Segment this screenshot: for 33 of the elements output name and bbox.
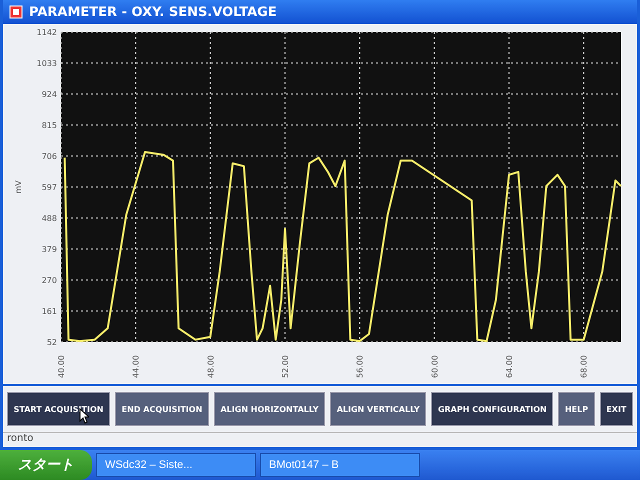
toolbar-button[interactable]: ALIGN HORIZONTALLY	[214, 392, 326, 426]
y-tick-label: 815	[42, 121, 57, 130]
y-tick-label: 161	[42, 307, 57, 316]
y-tick-label: 1142	[36, 28, 57, 37]
y-tick-label: 706	[42, 152, 57, 161]
start-button[interactable]: スタート	[0, 450, 92, 480]
toolbar-button[interactable]: START ACQUISITION	[7, 392, 110, 426]
y-tick-label: 1033	[36, 59, 57, 68]
x-tick-label: 68.00	[580, 355, 589, 378]
x-tick-label: 60.00	[430, 355, 440, 378]
y-tick-label: 379	[42, 245, 57, 254]
x-tick-label: 40.00	[57, 355, 66, 378]
x-tick-label: 64.00	[505, 355, 514, 378]
y-tick-label: 270	[42, 276, 57, 285]
taskbar-button[interactable]: BMot0147 – B	[260, 453, 420, 477]
y-axis-label: mV	[14, 180, 23, 194]
toolbar-button[interactable]: ALIGN VERTICALLY	[330, 392, 426, 426]
window-title: PARAMETER - OXY. SENS.VOLTAGE	[29, 4, 277, 20]
toolbar-button[interactable]: EXIT	[600, 392, 633, 426]
toolbar-button[interactable]: HELP	[558, 392, 595, 426]
x-tick-label: 44.00	[132, 355, 141, 378]
status-text: ronto	[7, 433, 34, 444]
toolbar-button[interactable]: END ACQUISITION	[115, 392, 209, 426]
x-tick-label: 56.00	[356, 355, 365, 378]
x-tick-label: 48.00	[206, 355, 216, 378]
x-tick-label: 52.00	[281, 355, 290, 378]
y-tick-label: 597	[42, 183, 57, 192]
toolbar-button[interactable]: GRAPH CONFIGURATION	[431, 392, 554, 426]
taskbar-button[interactable]: WSdc32 – Siste...	[96, 453, 256, 477]
y-tick-label: 52	[46, 338, 57, 347]
y-tick-label: 488	[42, 214, 57, 223]
app-icon	[9, 5, 23, 19]
y-tick-label: 924	[42, 90, 57, 99]
